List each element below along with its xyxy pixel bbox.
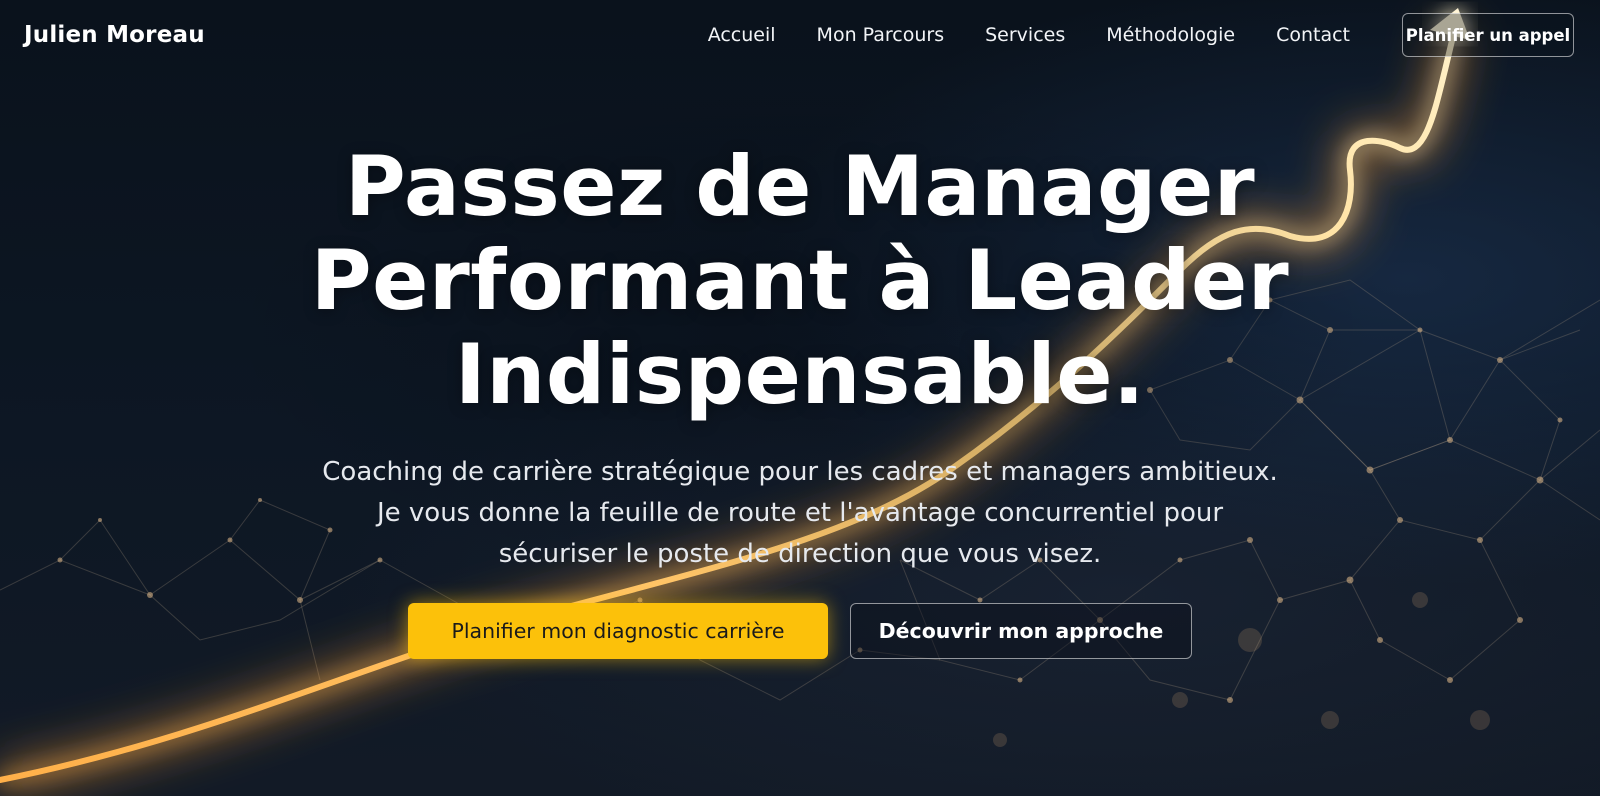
nav-link-methodologie[interactable]: Méthodologie [1106, 24, 1235, 46]
hero-subtitle: Coaching de carrière stratégique pour le… [300, 452, 1300, 575]
career-diagnostic-button[interactable]: Planifier mon diagnostic carrière [408, 603, 828, 659]
hero-section: Julien Moreau Accueil Mon Parcours Servi… [0, 0, 1600, 796]
top-navigation: Julien Moreau Accueil Mon Parcours Servi… [0, 0, 1600, 74]
discover-approach-button[interactable]: Découvrir mon approche [850, 603, 1192, 659]
nav-link-services[interactable]: Services [985, 24, 1065, 46]
hero-buttons: Planifier mon diagnostic carrière Découv… [0, 603, 1600, 659]
headline-line: Performant à Leader [310, 232, 1290, 329]
subtitle-line: Je vous donne la feuille de route et l'a… [376, 498, 1224, 528]
nav-link-mon-parcours[interactable]: Mon Parcours [817, 24, 945, 46]
subtitle-line: Coaching de carrière stratégique pour le… [322, 457, 1278, 487]
headline-line: Passez de Manager [344, 138, 1256, 235]
brand-logo[interactable]: Julien Moreau [24, 22, 205, 48]
headline-line: Indispensable. [454, 326, 1146, 423]
schedule-call-button[interactable]: Planifier un appel [1402, 13, 1574, 57]
hero-headline: Passez de Manager Performant à Leader In… [300, 140, 1300, 422]
subtitle-line: sécuriser le poste de direction que vous… [498, 539, 1102, 569]
nav-link-contact[interactable]: Contact [1276, 24, 1350, 46]
nav-link-accueil[interactable]: Accueil [708, 24, 776, 46]
nav-links: Accueil Mon Parcours Services Méthodolog… [708, 24, 1350, 46]
hero-content: Passez de Manager Performant à Leader In… [0, 140, 1600, 575]
